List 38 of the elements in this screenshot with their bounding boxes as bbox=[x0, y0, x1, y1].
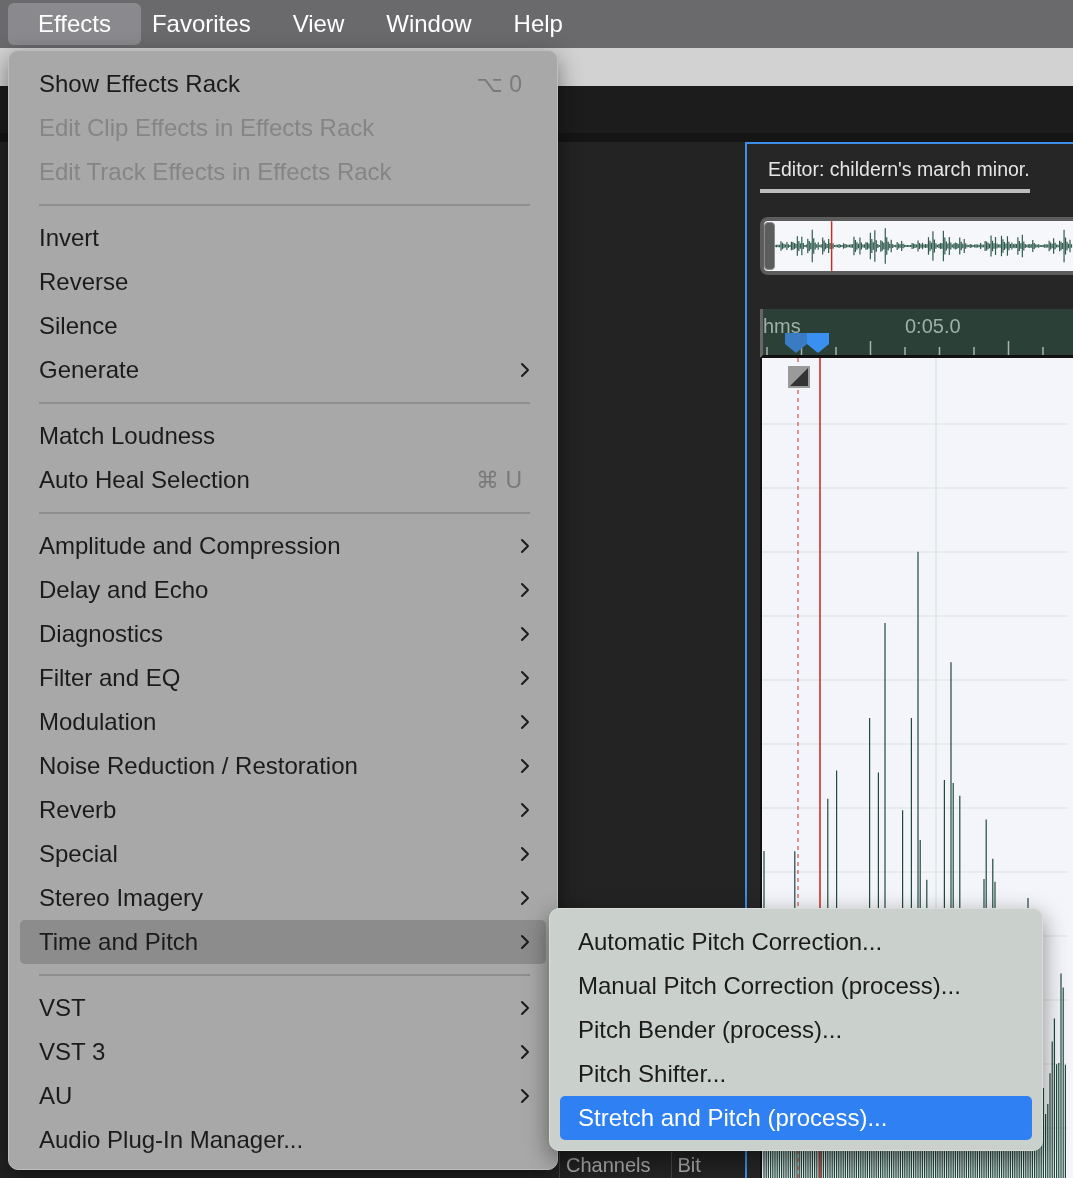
menu-item[interactable]: VST 3 bbox=[20, 1030, 546, 1074]
menu-item[interactable]: Pitch Bender (process)... bbox=[560, 1008, 1032, 1052]
time-ruler[interactable]: hms 0:05.0 bbox=[760, 309, 1073, 358]
menu-bar-item[interactable]: Help bbox=[502, 3, 574, 45]
menu-item[interactable]: Invert bbox=[20, 216, 546, 260]
menu-item[interactable]: Manual Pitch Correction (process)... bbox=[560, 964, 1032, 1008]
menu-item[interactable]: Match Loudness bbox=[20, 414, 546, 458]
column-header[interactable]: Channels bbox=[559, 1152, 657, 1178]
menu-item[interactable]: Filter and EQ bbox=[20, 656, 546, 700]
menu-item[interactable]: Stereo Imagery bbox=[20, 876, 546, 920]
overview-waveform[interactable] bbox=[760, 217, 1073, 275]
editor-title[interactable]: Editor: childern's march minor. bbox=[760, 144, 1030, 193]
menu-bar-item[interactable]: View bbox=[281, 3, 356, 45]
menu-item[interactable]: Reverse bbox=[20, 260, 546, 304]
menu-item[interactable]: Time and Pitch bbox=[20, 920, 546, 964]
menu-item[interactable]: Silence bbox=[20, 304, 546, 348]
menu-item[interactable]: Stretch and Pitch (process)... bbox=[560, 1096, 1032, 1140]
menu-item[interactable]: AU bbox=[20, 1074, 546, 1118]
menu-item[interactable]: Special bbox=[20, 832, 546, 876]
menu-item[interactable]: Modulation bbox=[20, 700, 546, 744]
time-label: 0:05.0 bbox=[905, 315, 961, 338]
menu-item[interactable]: VST bbox=[20, 986, 546, 1030]
menu-item[interactable]: Generate bbox=[20, 348, 546, 392]
playhead-icon[interactable] bbox=[807, 333, 829, 353]
menu-bar-item[interactable]: Window bbox=[375, 3, 483, 45]
menu-item[interactable]: Delay and Echo bbox=[20, 568, 546, 612]
menu-item[interactable]: Reverb bbox=[20, 788, 546, 832]
marker-icon[interactable] bbox=[785, 333, 807, 353]
column-header[interactable]: Bit bbox=[670, 1152, 707, 1178]
menu-item[interactable]: Noise Reduction / Restoration bbox=[20, 744, 546, 788]
menu-item[interactable]: Audio Plug-In Manager... bbox=[20, 1118, 546, 1162]
time-label: hms bbox=[763, 315, 801, 338]
menu-item[interactable]: Automatic Pitch Correction... bbox=[560, 920, 1032, 964]
menu-item[interactable]: Amplitude and Compression bbox=[20, 524, 546, 568]
menu-item[interactable]: Diagnostics bbox=[20, 612, 546, 656]
menu-item[interactable]: Pitch Shifter... bbox=[560, 1052, 1032, 1096]
handle-icon[interactable] bbox=[764, 222, 775, 270]
menu-bar-item[interactable]: Favorites bbox=[140, 3, 262, 45]
